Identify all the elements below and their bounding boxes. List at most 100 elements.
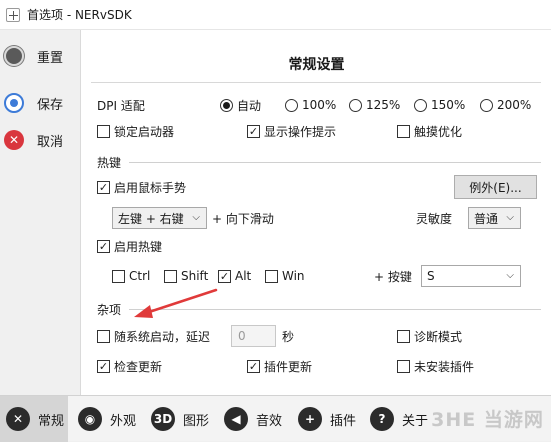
- touch-optimize-checkbox[interactable]: 触摸优化: [397, 122, 462, 140]
- checkbox-box: [397, 359, 410, 373]
- close-icon: ✕: [4, 130, 24, 150]
- radio-indicator: [285, 98, 298, 112]
- checkbox-label: 启用热键: [114, 239, 163, 254]
- reset-button[interactable]: 重置: [4, 43, 63, 69]
- checkbox-label: 随系统启动，延迟: [114, 329, 211, 344]
- key-combo[interactable]: S ⌵: [421, 265, 521, 287]
- key-value: S: [427, 269, 435, 283]
- radio-indicator: [480, 98, 493, 112]
- checkbox-box: ✓: [97, 239, 110, 253]
- dpi-option-100[interactable]: 100%: [285, 96, 336, 114]
- checkbox-label: 启用鼠标手势: [114, 180, 187, 195]
- app-icon: [6, 7, 20, 22]
- sidebar: 重置 保存 ✕ 取消: [0, 30, 80, 395]
- sensitivity-value: 普通: [474, 211, 499, 226]
- dpi-option-label: 125%: [366, 98, 401, 112]
- tab-label: 音效: [256, 413, 283, 429]
- checkbox-label: 未安装插件: [414, 359, 475, 374]
- dpi-label: DPI 适配: [97, 96, 145, 114]
- checkbox-label: 检查更新: [114, 359, 163, 374]
- checkbox-box: ✓: [97, 180, 110, 194]
- radio-indicator: [414, 98, 427, 112]
- title-divider: [91, 82, 541, 83]
- misc-section-label: 杂项: [97, 303, 122, 317]
- wrench-icon: ✕: [6, 407, 30, 431]
- checkbox-box: [97, 124, 110, 138]
- diagnostic-mode-checkbox[interactable]: 诊断模式: [397, 327, 462, 345]
- tab-plugins[interactable]: + 插件: [292, 396, 362, 442]
- show-tips-checkbox[interactable]: ✓ 显示操作提示: [247, 122, 336, 140]
- checkbox-label: 触摸优化: [414, 124, 463, 139]
- dpi-option-label: 100%: [302, 98, 337, 112]
- title-bar: 首选项 - NERvSDK: [0, 0, 551, 30]
- tab-appearance[interactable]: ◉ 外观: [72, 396, 142, 442]
- tab-label: 外观: [110, 413, 137, 429]
- dpi-option-150[interactable]: 150%: [414, 96, 465, 114]
- checkbox-label: Ctrl: [129, 269, 151, 283]
- checkbox-label: Alt: [235, 269, 252, 283]
- modifier-alt-checkbox[interactable]: ✓ Alt: [218, 267, 251, 285]
- lock-launcher-checkbox[interactable]: 锁定启动器: [97, 122, 174, 140]
- tab-graphics[interactable]: 3D 图形: [145, 396, 215, 442]
- enable-hotkey-checkbox[interactable]: ✓ 启用热键: [97, 237, 162, 255]
- settings-panel: 常规设置 DPI 适配 自动 100% 125% 150% 200% 锁定启动器…: [80, 30, 551, 395]
- checkbox-label: 显示操作提示: [264, 124, 337, 139]
- chevron-down-icon: ⌵: [506, 212, 514, 223]
- gesture-combo-value: 左键 + 右键: [118, 211, 184, 226]
- sensitivity-combo[interactable]: 普通 ⌵: [468, 207, 521, 229]
- dpi-option-label: 自动: [237, 98, 262, 113]
- tab-sound[interactable]: ◀ 音效: [218, 396, 290, 442]
- check-update-checkbox[interactable]: ✓ 检查更新: [97, 357, 162, 375]
- gesture-action-text: + 向下滑动: [212, 211, 274, 226]
- page-title: 常规设置: [288, 57, 345, 73]
- sensitivity-label-text: 灵敏度: [416, 211, 453, 226]
- tab-label: 插件: [330, 413, 357, 429]
- checkbox-box: [265, 269, 278, 283]
- dpi-option-label: 150%: [431, 98, 466, 112]
- plugin-update-checkbox[interactable]: ✓ 插件更新: [247, 357, 312, 375]
- cancel-button[interactable]: ✕ 取消: [4, 127, 63, 153]
- hotkey-section-divider: [129, 162, 541, 163]
- question-icon: ?: [370, 407, 394, 431]
- save-button[interactable]: 保存: [4, 90, 63, 116]
- gesture-action-label: + 向下滑动: [212, 209, 274, 227]
- mouse-gesture-checkbox[interactable]: ✓ 启用鼠标手势: [97, 178, 186, 196]
- gesture-combo[interactable]: 左键 + 右键 ⌵: [112, 207, 207, 229]
- checkbox-label: Win: [282, 269, 305, 283]
- modifier-win-checkbox[interactable]: Win: [265, 267, 305, 285]
- tab-label: 常规: [38, 413, 65, 429]
- exceptions-button[interactable]: 例外(E)...: [454, 175, 537, 199]
- autostart-checkbox[interactable]: 随系统启动，延迟: [97, 327, 210, 345]
- checkbox-box: [97, 329, 110, 343]
- checkbox-box: [397, 329, 410, 343]
- delay-input[interactable]: 0: [231, 325, 276, 347]
- chevron-down-icon: ⌵: [192, 212, 200, 223]
- cancel-label: 取消: [37, 134, 64, 150]
- reset-icon: [4, 46, 24, 66]
- dpi-option-125[interactable]: 125%: [349, 96, 400, 114]
- radio-indicator: [349, 98, 362, 112]
- checkbox-box: ✓: [97, 359, 110, 373]
- checkbox-label: 插件更新: [264, 359, 313, 374]
- save-icon: [4, 93, 24, 113]
- checkbox-label: Shift: [181, 269, 209, 283]
- uninstalled-plugins-checkbox[interactable]: 未安装插件: [397, 357, 474, 375]
- eye-icon: ◉: [78, 407, 102, 431]
- speaker-icon: ◀: [224, 407, 248, 431]
- checkbox-box: ✓: [218, 269, 231, 283]
- chevron-down-icon: ⌵: [506, 270, 514, 281]
- checkbox-box: [112, 269, 125, 283]
- plus-icon: +: [298, 407, 322, 431]
- tab-label: 图形: [183, 413, 210, 429]
- tab-general[interactable]: ✕ 常规: [0, 396, 68, 442]
- modifier-shift-checkbox[interactable]: Shift: [164, 267, 208, 285]
- hotkey-section-label: 热键: [97, 156, 122, 170]
- checkbox-box: [164, 269, 177, 283]
- dpi-label-text: DPI 适配: [97, 98, 145, 113]
- dpi-option-200[interactable]: 200%: [480, 96, 531, 114]
- modifier-ctrl-checkbox[interactable]: Ctrl: [112, 267, 150, 285]
- checkbox-label: 诊断模式: [414, 329, 463, 344]
- dpi-option-auto[interactable]: 自动: [220, 96, 261, 114]
- sensitivity-label: 灵敏度: [416, 209, 452, 227]
- watermark: 3HE 当游网: [431, 408, 544, 431]
